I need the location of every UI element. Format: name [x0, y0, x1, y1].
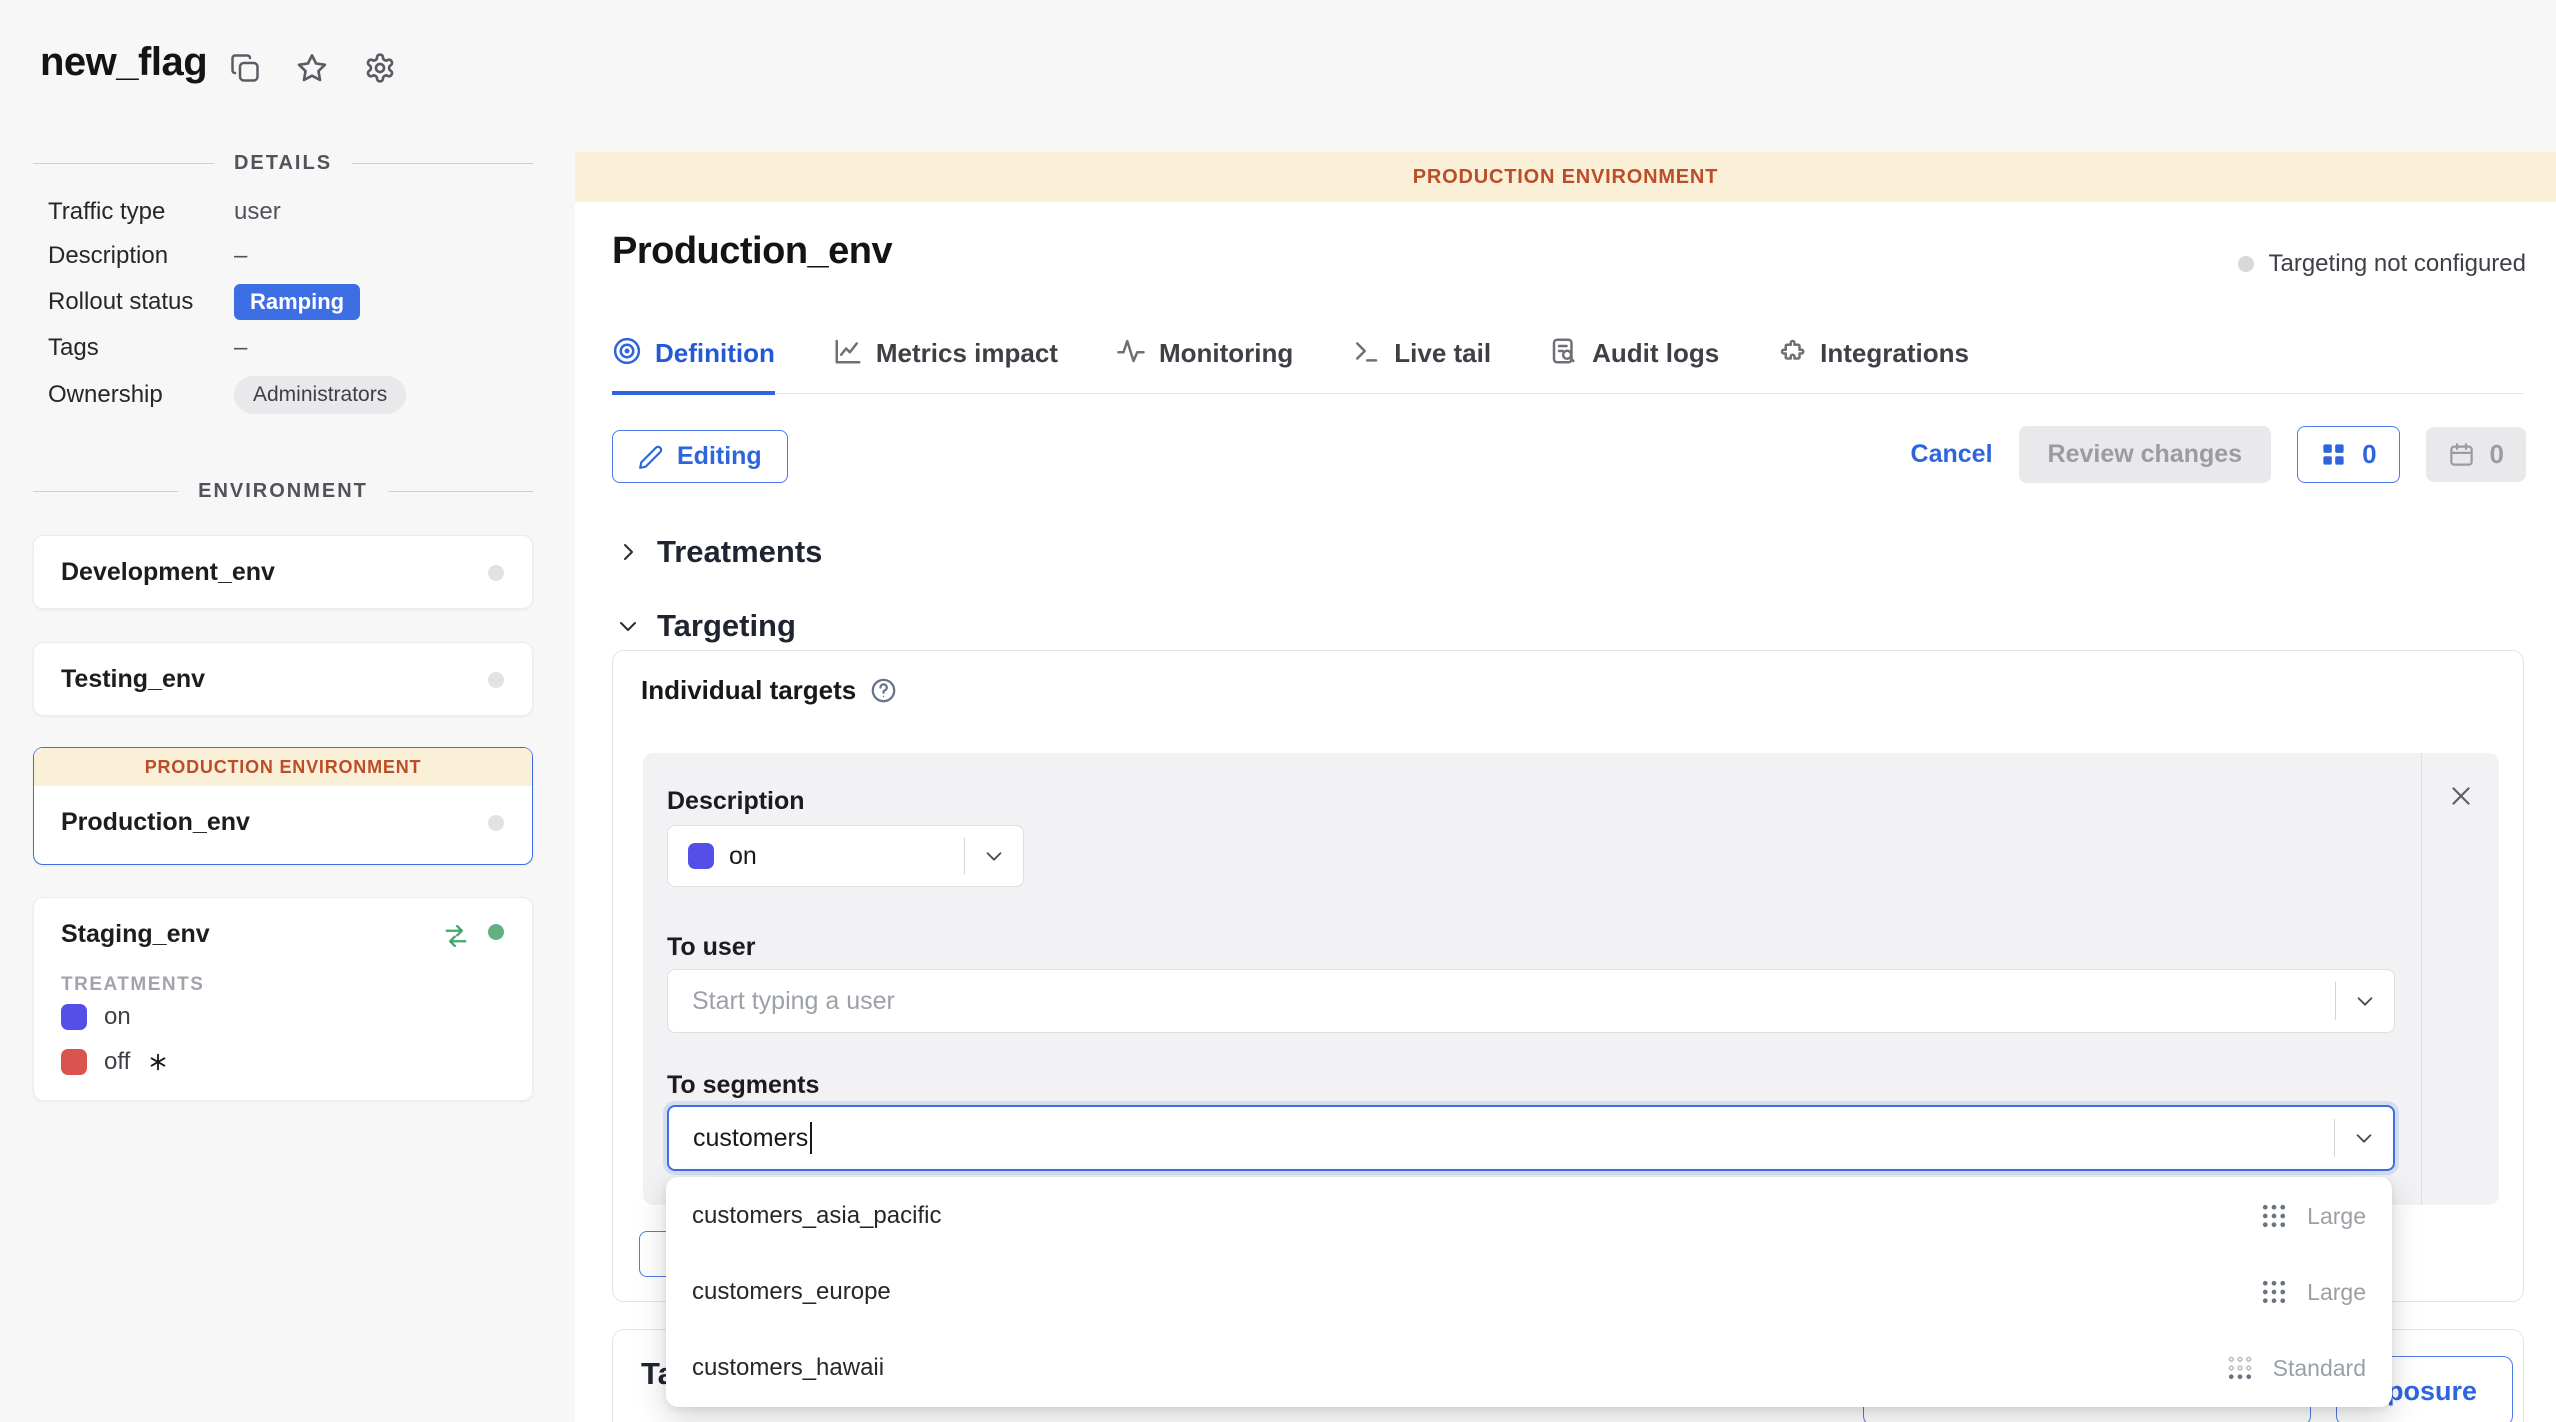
ownership-badge[interactable]: Administrators — [234, 376, 406, 414]
env-status-dot — [488, 565, 504, 581]
details-list: Traffic type user Description – Rollout … — [48, 196, 534, 414]
chevron-down-icon[interactable] — [2336, 990, 2394, 1012]
cancel-link[interactable]: Cancel — [1911, 440, 1993, 469]
close-icon[interactable] — [2448, 783, 2474, 1205]
to-user-input[interactable]: Start typing a user — [667, 969, 2395, 1033]
segment-option[interactable]: customers_asia_pacific Large — [666, 1178, 2392, 1254]
detail-row-traffic-type: Traffic type user — [48, 196, 534, 228]
editing-button[interactable]: Editing — [612, 430, 788, 483]
tab-live-tail[interactable]: Live tail — [1351, 338, 1491, 393]
metrics-impact-icon — [833, 336, 863, 366]
env-status-dot — [488, 815, 504, 831]
tab-monitoring[interactable]: Monitoring — [1116, 338, 1293, 393]
grid-icon — [2320, 441, 2347, 468]
default-treatment-asterisk-icon — [147, 1051, 169, 1073]
tab-bar: Definition Metrics impact Monitoring Liv… — [612, 338, 2524, 394]
pencil-icon — [638, 444, 664, 470]
schedule-count-button[interactable]: 0 — [2426, 427, 2526, 482]
environment-title: Production_env — [612, 230, 892, 273]
treatment-color-swatch — [688, 843, 714, 869]
chevron-down-icon — [616, 614, 640, 638]
detail-row-tags: Tags – — [48, 332, 534, 364]
description-label: Description — [667, 787, 805, 816]
to-segments-label: To segments — [667, 1071, 819, 1100]
env-status-dot — [488, 672, 504, 688]
tab-definition[interactable]: Definition — [612, 338, 775, 395]
details-heading: DETAILS — [234, 152, 332, 175]
env-card-testing[interactable]: Testing_env — [33, 642, 533, 716]
page-title: new_flag — [40, 40, 207, 85]
treatment-on-swatch — [61, 1004, 87, 1030]
segments-dropdown: customers_asia_pacific Large customers_e… — [666, 1177, 2392, 1407]
definition-icon — [612, 336, 642, 366]
env-status-dot — [488, 924, 504, 940]
details-divider: DETAILS — [33, 152, 533, 175]
remove-rule-strip — [2421, 753, 2499, 1205]
environment-heading: ENVIRONMENT — [198, 480, 368, 503]
treatment-off-swatch — [61, 1049, 87, 1075]
monitoring-icon — [1116, 336, 1146, 366]
to-user-label: To user — [667, 933, 755, 962]
gear-icon[interactable] — [364, 52, 396, 84]
integrations-icon — [1777, 336, 1807, 366]
individual-target-rule-card: Description on To user Start typing a us… — [643, 753, 2499, 1205]
to-segments-input[interactable]: customers — [667, 1105, 2395, 1171]
tab-audit-logs[interactable]: Audit logs — [1549, 338, 1719, 393]
env-card-production[interactable]: PRODUCTION ENVIRONMENT Production_env — [33, 747, 533, 865]
segment-option[interactable]: customers_hawaii Standard — [666, 1330, 2392, 1406]
copy-icon[interactable] — [230, 53, 260, 83]
rollout-status-badge[interactable]: Ramping — [234, 284, 360, 320]
targeting-status: Targeting not configured — [2238, 250, 2526, 278]
treatments-section-header[interactable]: Treatments — [616, 534, 822, 570]
detail-row-ownership: Ownership Administrators — [48, 376, 534, 414]
detail-row-description: Description – — [48, 240, 534, 272]
targeting-section-header[interactable]: Targeting — [616, 608, 796, 644]
audit-logs-icon — [1549, 336, 1579, 366]
tab-metrics-impact[interactable]: Metrics impact — [833, 338, 1058, 393]
review-changes-button[interactable]: Review changes — [2019, 426, 2272, 483]
segment-option[interactable]: customers_europe Large — [666, 1254, 2392, 1330]
treatments-heading: TREATMENTS — [61, 974, 204, 996]
segment-grid-dots-icon — [2259, 1201, 2289, 1231]
text-caret — [810, 1122, 812, 1154]
production-environment-top-banner: PRODUCTION ENVIRONMENT — [575, 152, 2556, 202]
environment-divider: ENVIRONMENT — [33, 480, 533, 503]
feature-flag-page: new_flag DETAILS Traffic type user Descr… — [0, 0, 2556, 1422]
status-dot — [2238, 256, 2254, 272]
detail-row-rollout-status: Rollout status Ramping — [48, 284, 534, 320]
env-card-staging[interactable]: Staging_env TREATMENTS on off — [33, 897, 533, 1101]
env-card-development[interactable]: Development_env — [33, 535, 533, 609]
star-icon[interactable] — [296, 52, 328, 84]
tab-integrations[interactable]: Integrations — [1777, 338, 1969, 393]
help-icon[interactable] — [870, 677, 897, 704]
live-tail-icon — [1351, 336, 1381, 366]
swap-arrows-icon — [442, 922, 470, 950]
chevron-right-icon — [616, 540, 640, 564]
segment-grid-dots-outline-icon — [2225, 1353, 2255, 1383]
individual-targets-heading: Individual targets — [641, 675, 856, 706]
chevron-down-icon[interactable] — [965, 845, 1023, 867]
production-environment-banner: PRODUCTION ENVIRONMENT — [34, 748, 532, 786]
changes-count-button[interactable]: 0 — [2297, 426, 2399, 483]
treatment-select[interactable]: on — [667, 825, 1024, 887]
segment-grid-dots-icon — [2259, 1277, 2289, 1307]
treatment-off-row: off — [61, 1048, 169, 1076]
calendar-icon — [2448, 441, 2475, 468]
treatment-on-row: on — [61, 1003, 131, 1031]
chevron-down-icon[interactable] — [2335, 1127, 2393, 1149]
